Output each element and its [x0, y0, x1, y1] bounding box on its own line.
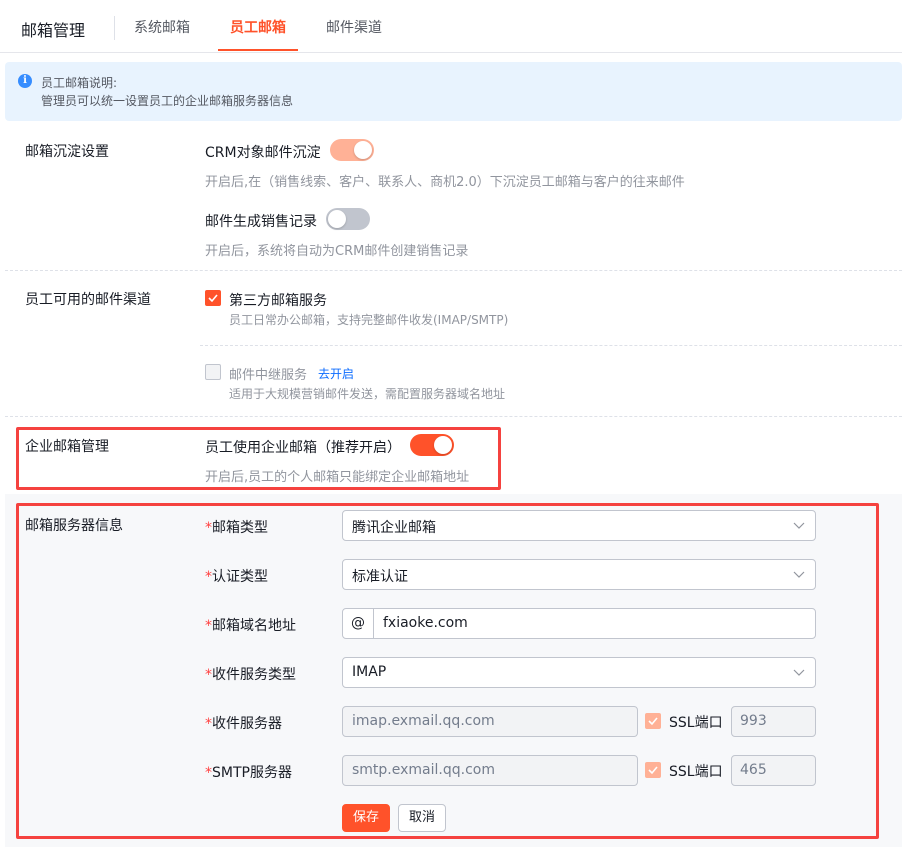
mailbox-type-text: 邮箱类型 [212, 520, 268, 536]
archive-section-label: 邮箱沉淀设置 [25, 144, 109, 160]
domain-label: *邮箱域名地址 [205, 615, 296, 635]
domain-value: fxiaoke.com [383, 615, 468, 631]
crm-archive-toggle[interactable] [330, 139, 374, 161]
enterprise-mailbox-toggle[interactable] [410, 434, 454, 456]
incoming-type-label: *收件服务类型 [205, 664, 296, 684]
section-divider [5, 416, 902, 417]
enterprise-toggle-title: 员工使用企业邮箱（推荐开启） [205, 440, 401, 456]
toggle-knob [354, 141, 372, 159]
enterprise-section-label: 企业邮箱管理 [25, 439, 109, 455]
check-icon [208, 294, 218, 303]
third-party-title: 第三方邮箱服务 [229, 293, 327, 309]
domain-text: 邮箱域名地址 [212, 618, 296, 634]
channel-divider [200, 345, 902, 346]
incoming-ssl-checkbox[interactable] [645, 713, 661, 729]
info-notice: i 员工邮箱说明: 管理员可以统一设置员工的企业邮箱服务器信息 [5, 62, 902, 121]
auth-type-label: *认证类型 [205, 566, 268, 586]
smtp-server-label: *SMTP服务器 [205, 762, 292, 782]
save-button[interactable]: 保存 [342, 804, 390, 832]
incoming-port-input[interactable]: 993 [731, 706, 816, 737]
incoming-type-select[interactable]: IMAP [342, 657, 816, 688]
relay-desc: 适用于大规模营销邮件发送，需配置服务器域名地址 [229, 387, 506, 401]
required-mark: * [205, 618, 212, 634]
smtp-port-value: 465 [740, 762, 767, 778]
smtp-server-input[interactable]: smtp.exmail.qq.com [342, 755, 638, 786]
sales-record-desc: 开启后，系统将自动为CRM邮件创建销售记录 [205, 244, 469, 259]
page-title: 邮箱管理 [21, 21, 86, 40]
incoming-server-label: *收件服务器 [205, 713, 282, 733]
incoming-server-value: imap.exmail.qq.com [352, 713, 495, 729]
at-prefix: @ [343, 609, 374, 638]
top-navigation: 邮箱管理 系统邮箱 员工邮箱 邮件渠道 [0, 0, 902, 53]
section-divider [5, 270, 902, 271]
incoming-type-text: 收件服务类型 [212, 667, 296, 683]
cancel-button[interactable]: 取消 [398, 804, 446, 832]
smtp-ssl-checkbox[interactable] [645, 762, 661, 778]
mailbox-type-label: *邮箱类型 [205, 517, 268, 537]
domain-input[interactable]: @ fxiaoke.com [342, 608, 816, 639]
mailbox-type-value: 腾讯企业邮箱 [352, 520, 436, 536]
chevron-down-icon [793, 522, 805, 529]
third-party-desc: 员工日常办公邮箱，支持完整邮件收发(IMAP/SMTP) [229, 313, 509, 327]
tab-mail-channel[interactable]: 邮件渠道 [326, 17, 382, 37]
required-mark: * [205, 716, 212, 732]
info-text: 管理员可以统一设置员工的企业邮箱服务器信息 [41, 94, 294, 108]
toggle-knob [328, 210, 346, 228]
sales-record-title: 邮件生成销售记录 [205, 214, 317, 230]
header-divider [114, 16, 115, 40]
toggle-knob [434, 436, 452, 454]
crm-archive-desc: 开启后,在（销售线索、客户、联系人、商机2.0）下沉淀员工邮箱与客户的往来邮件 [205, 175, 685, 190]
relay-title: 邮件中继服务 [229, 368, 308, 383]
required-mark: * [205, 667, 212, 683]
incoming-server-input[interactable]: imap.exmail.qq.com [342, 706, 638, 737]
incoming-port-value: 993 [740, 713, 767, 729]
chevron-down-icon [793, 571, 805, 578]
auth-type-text: 认证类型 [212, 569, 268, 585]
server-section-label: 邮箱服务器信息 [25, 518, 123, 534]
incoming-type-value: IMAP [352, 664, 387, 680]
enterprise-toggle-desc: 开启后,员工的个人邮箱只能绑定企业邮箱地址 [205, 470, 470, 485]
incoming-server-text: 收件服务器 [212, 716, 282, 732]
required-mark: * [205, 520, 212, 536]
auth-type-value: 标准认证 [352, 569, 408, 585]
required-mark: * [205, 765, 212, 781]
third-party-checkbox[interactable] [205, 290, 221, 306]
crm-archive-title: CRM对象邮件沉淀 [205, 145, 321, 161]
info-title: 员工邮箱说明: [41, 76, 118, 90]
smtp-server-value: smtp.exmail.qq.com [352, 762, 495, 778]
smtp-server-text: SMTP服务器 [212, 765, 292, 781]
smtp-ssl-label: SSL端口 [669, 764, 723, 780]
enable-relay-link[interactable]: 去开启 [318, 365, 354, 382]
check-icon [648, 717, 658, 726]
required-mark: * [205, 569, 212, 585]
mailbox-type-select[interactable]: 腾讯企业邮箱 [342, 510, 816, 541]
smtp-port-input[interactable]: 465 [731, 755, 816, 786]
tab-system-mailbox[interactable]: 系统邮箱 [134, 17, 190, 37]
tab-employee-mailbox[interactable]: 员工邮箱 [230, 17, 286, 37]
info-icon: i [18, 74, 32, 88]
auth-type-select[interactable]: 标准认证 [342, 559, 816, 590]
relay-checkbox[interactable] [205, 364, 221, 380]
chevron-down-icon [793, 669, 805, 676]
channels-section-label: 员工可用的邮件渠道 [25, 292, 151, 308]
check-icon [648, 766, 658, 775]
sales-record-toggle[interactable] [326, 208, 370, 230]
incoming-ssl-label: SSL端口 [669, 715, 723, 731]
active-tab-indicator [218, 49, 298, 51]
